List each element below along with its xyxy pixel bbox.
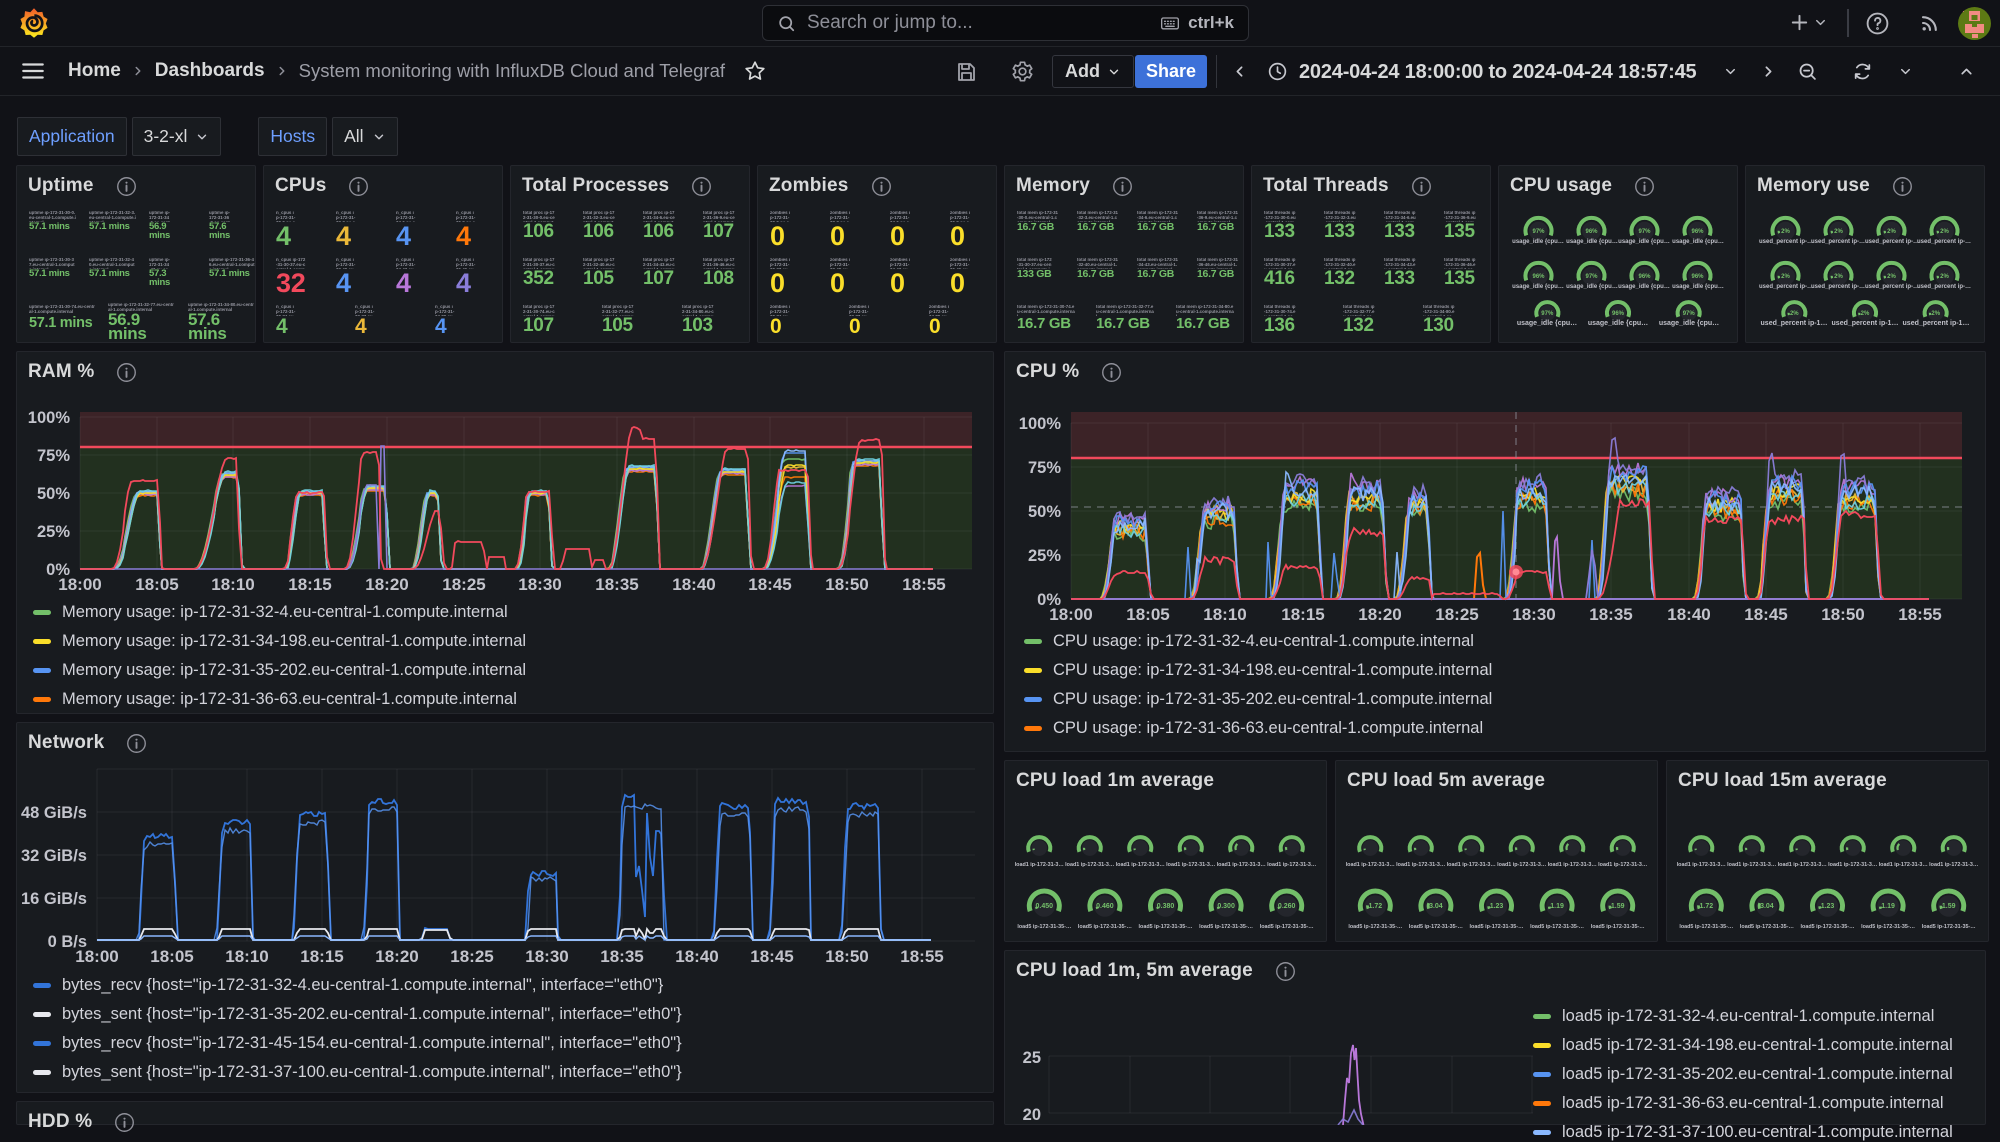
svg-text:25: 25 <box>1023 1049 1041 1067</box>
svg-text:20: 20 <box>1023 1106 1041 1124</box>
